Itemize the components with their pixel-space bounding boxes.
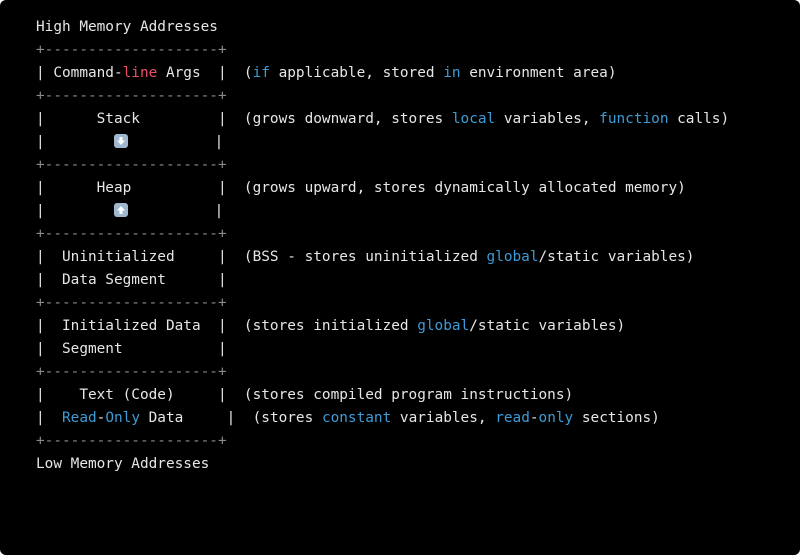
memory-layout-diagram: High Memory Addresses +------------------…	[36, 16, 729, 476]
down-arrow-icon	[113, 134, 128, 148]
code-line: +--------------------+	[36, 430, 729, 453]
code-token: Read	[62, 410, 97, 426]
code-line: Low Memory Addresses	[36, 453, 729, 476]
code-line: +--------------------+	[36, 223, 729, 246]
code-token: | Initialized Data | (stores initialized	[36, 318, 418, 334]
code-token: environment area)	[460, 65, 617, 81]
code-token: | Text (Code) | (stores compiled program…	[36, 387, 574, 403]
code-line: | Text (Code) | (stores compiled program…	[36, 384, 729, 407]
code-line: +--------------------+	[36, 39, 729, 62]
code-token: line	[122, 65, 158, 81]
code-token: /static variables)	[469, 318, 626, 334]
code-token: |	[127, 134, 224, 150]
code-token: | Uninitialized | (BSS - stores uninitia…	[36, 249, 487, 265]
code-token: global	[486, 249, 539, 265]
code-line: | Command-line Args | (if applicable, st…	[36, 62, 729, 85]
code-token: function	[599, 111, 669, 127]
code-line: +--------------------+	[36, 85, 729, 108]
code-token: -	[529, 410, 539, 426]
code-token: calls)	[668, 111, 730, 127]
code-line: | |	[36, 200, 729, 223]
code-token: |	[36, 134, 114, 150]
code-token: | Data Segment |	[36, 272, 227, 288]
code-token: | Segment |	[36, 341, 227, 357]
code-token: read	[495, 410, 530, 426]
code-token: +--------------------+	[36, 226, 227, 242]
code-token: only	[538, 410, 574, 426]
code-token: Args | (	[157, 65, 253, 81]
code-line: | Uninitialized | (BSS - stores uninitia…	[36, 246, 729, 269]
code-token: | Stack | (grows downward, stores	[36, 111, 452, 127]
code-token: +--------------------+	[36, 295, 227, 311]
code-token: variables,	[495, 111, 600, 127]
code-line: +--------------------+	[36, 361, 729, 384]
code-line: | Data Segment |	[36, 269, 729, 292]
code-token: constant	[321, 410, 392, 426]
code-line: | Read - Only Data | (stores constant vari…	[36, 407, 729, 430]
code-line: | Initialized Data | (stores initialized…	[36, 315, 729, 338]
code-token: High Memory Addresses	[36, 19, 218, 35]
code-token: +--------------------+	[36, 433, 227, 449]
code-line: | Stack | (grows downward, stores local …	[36, 108, 729, 131]
code-token: |	[36, 203, 114, 219]
code-token: Only	[105, 410, 140, 426]
code-line: +--------------------+	[36, 154, 729, 177]
code-line: | |	[36, 131, 729, 154]
code-line: High Memory Addresses	[36, 16, 729, 39]
code-line: +--------------------+	[36, 292, 729, 315]
code-token: sections)	[573, 410, 660, 426]
code-token: applicable, stored	[269, 65, 444, 81]
code-token: variables,	[391, 410, 496, 426]
code-line: | Heap | (grows upward, stores dynamical…	[36, 177, 729, 200]
code-token: | Heap | (grows upward, stores dynamical…	[36, 180, 686, 196]
code-token: +--------------------+	[36, 88, 227, 104]
code-token: +--------------------+	[36, 157, 227, 173]
code-token: global	[417, 318, 470, 334]
code-token: |	[127, 203, 224, 219]
code-block: High Memory Addresses +------------------…	[0, 0, 800, 555]
code-token: |	[36, 410, 62, 426]
code-token: Data | (stores	[139, 410, 322, 426]
code-token: Low Memory Addresses	[36, 456, 210, 472]
code-token: | Command-	[36, 65, 123, 81]
code-token: local	[451, 111, 496, 127]
code-token: in	[443, 65, 461, 81]
up-arrow-icon	[113, 203, 128, 217]
code-token: /static variables)	[538, 249, 695, 265]
code-token: if	[252, 65, 270, 81]
code-token: +--------------------+	[36, 364, 227, 380]
code-token: +--------------------+	[36, 42, 227, 58]
code-line: | Segment |	[36, 338, 729, 361]
